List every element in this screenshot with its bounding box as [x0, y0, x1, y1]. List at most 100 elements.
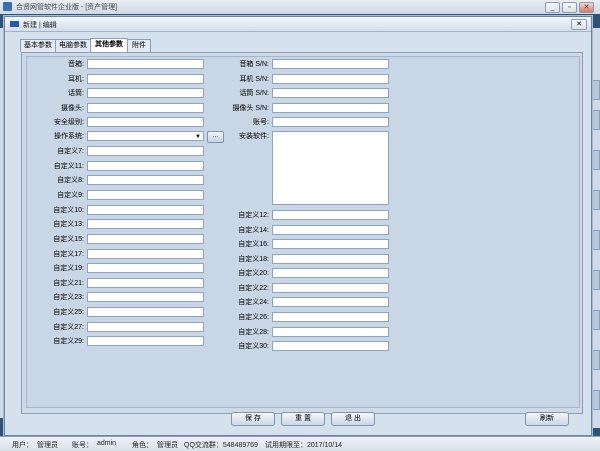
- field-label: 自定义21:: [53, 280, 84, 287]
- security-level-input[interactable]: [87, 117, 204, 127]
- field-label: 自定义10:: [53, 207, 84, 214]
- right-scroll-handle[interactable]: [591, 350, 600, 370]
- right-scroll-handle[interactable]: [591, 390, 600, 410]
- custom7-input[interactable]: [87, 146, 204, 156]
- field-label: 话筒 S/N:: [239, 90, 269, 97]
- camera-input[interactable]: [87, 103, 204, 113]
- app-title: 合贤网管软件企业版 - [资产管理]: [16, 4, 118, 11]
- tab-basic-params[interactable]: 基本参数: [20, 39, 56, 52]
- field-label: 耳机:: [68, 76, 84, 83]
- reset-button[interactable]: 重 置: [281, 412, 325, 426]
- other-params-panel: 音箱: 耳机: 话筒: 摄像头: 安全级别: 操作系统: ▼ ... 自定义7:…: [21, 52, 583, 414]
- field-label: 自定义7:: [57, 148, 84, 155]
- headphone-sn-input[interactable]: [272, 74, 389, 84]
- field-label: 自定义18:: [238, 256, 269, 263]
- field-label: 自定义20:: [238, 270, 269, 277]
- right-scroll-handle[interactable]: [591, 310, 600, 330]
- tab-other-params[interactable]: 其他参数: [90, 38, 128, 52]
- custom24-input[interactable]: [272, 297, 389, 307]
- custom18-input[interactable]: [272, 254, 389, 264]
- custom9-input[interactable]: [87, 190, 204, 200]
- field-label: 音箱 S/N:: [239, 61, 269, 68]
- chevron-down-icon: ▼: [195, 134, 201, 140]
- custom16-input[interactable]: [272, 239, 389, 249]
- camera-sn-input[interactable]: [272, 103, 389, 113]
- status-qq-group: QQ交流群：548489769: [184, 442, 258, 449]
- account-input[interactable]: [272, 117, 389, 127]
- status-trial-expiry: 试用期限至：2017/10/14: [265, 442, 343, 449]
- field-label: 自定义14:: [238, 227, 269, 234]
- dialog-titlebar: 新建 | 编辑 ✕: [5, 17, 591, 32]
- speaker-input[interactable]: [87, 59, 204, 69]
- right-scroll-handle[interactable]: [591, 150, 600, 170]
- custom23-input[interactable]: [87, 292, 204, 302]
- field-label: 自定义12:: [238, 212, 269, 219]
- custom20-input[interactable]: [272, 268, 389, 278]
- right-scroll-handle[interactable]: [591, 190, 600, 210]
- microphone-sn-input[interactable]: [272, 88, 389, 98]
- field-label: 安装软件:: [239, 133, 269, 140]
- minimize-button[interactable]: _: [545, 2, 560, 13]
- field-label: 账号:: [253, 119, 269, 126]
- field-label: 自定义15:: [53, 236, 84, 243]
- custom25-input[interactable]: [87, 307, 204, 317]
- dialog-title: 新建 | 编辑: [23, 22, 57, 29]
- custom27-input[interactable]: [87, 322, 204, 332]
- field-label: 摄像头:: [61, 105, 84, 112]
- custom28-input[interactable]: [272, 327, 389, 337]
- speaker-sn-input[interactable]: [272, 59, 389, 69]
- field-label: 自定义29:: [53, 338, 84, 345]
- field-label: 自定义19:: [53, 265, 84, 272]
- custom26-input[interactable]: [272, 312, 389, 322]
- field-label: 自定义26:: [238, 314, 269, 321]
- field-label: 操作系统:: [54, 133, 84, 140]
- status-role-label: 角色：: [132, 442, 153, 449]
- field-label: 自定义9:: [57, 192, 84, 199]
- field-label: 自定义25:: [53, 309, 84, 316]
- custom11-input[interactable]: [87, 161, 204, 171]
- field-label: 耳机 S/N:: [239, 76, 269, 83]
- status-user-label: 用户：: [12, 442, 33, 449]
- exit-button[interactable]: 退 出: [331, 412, 375, 426]
- dialog-close-button[interactable]: ✕: [571, 19, 587, 30]
- refresh-button[interactable]: 刷新: [525, 412, 569, 426]
- custom22-input[interactable]: [272, 283, 389, 293]
- custom15-input[interactable]: [87, 234, 204, 244]
- maximize-button[interactable]: ▫: [562, 2, 577, 13]
- status-bar: 用户： 管理员 账号： admin 角色： 管理员 QQ交流群：54848976…: [0, 436, 600, 451]
- microphone-input[interactable]: [87, 88, 204, 98]
- custom17-input[interactable]: [87, 249, 204, 259]
- field-label: 安全级别:: [54, 119, 84, 126]
- right-scroll-handle[interactable]: [591, 110, 600, 130]
- custom21-input[interactable]: [87, 278, 204, 288]
- status-user-value: 管理员: [37, 442, 58, 449]
- field-label: 自定义23:: [53, 294, 84, 301]
- custom19-input[interactable]: [87, 263, 204, 273]
- os-select[interactable]: ▼: [87, 131, 204, 141]
- custom10-input[interactable]: [87, 205, 204, 215]
- status-account-label: 账号：: [72, 442, 93, 449]
- field-label: 自定义27:: [53, 324, 84, 331]
- custom30-input[interactable]: [272, 341, 389, 351]
- custom13-input[interactable]: [87, 219, 204, 229]
- dialog-icon: [10, 21, 19, 27]
- asset-edit-dialog: 新建 | 编辑 ✕ 基本参数 电脑参数 其他参数 附件 音箱: 耳机: 话筒: …: [4, 16, 592, 436]
- right-scroll-handle[interactable]: [591, 230, 600, 250]
- save-button[interactable]: 保 存: [231, 412, 275, 426]
- field-label: 自定义28:: [238, 329, 269, 336]
- custom8-input[interactable]: [87, 175, 204, 185]
- tab-computer-params[interactable]: 电脑参数: [55, 39, 91, 52]
- right-scroll-handle[interactable]: [591, 80, 600, 100]
- tab-attachments[interactable]: 附件: [127, 39, 151, 52]
- custom29-input[interactable]: [87, 336, 204, 346]
- right-scroll-handle[interactable]: [591, 270, 600, 290]
- headphone-input[interactable]: [87, 74, 204, 84]
- app-close-button[interactable]: ✕: [579, 2, 594, 13]
- field-label: 摄像头 S/N:: [232, 105, 269, 112]
- installed-software-textarea[interactable]: [272, 131, 389, 205]
- custom12-input[interactable]: [272, 210, 389, 220]
- custom14-input[interactable]: [272, 225, 389, 235]
- field-label: 自定义16:: [238, 241, 269, 248]
- field-label: 自定义17:: [53, 251, 84, 258]
- field-label: 自定义22:: [238, 285, 269, 292]
